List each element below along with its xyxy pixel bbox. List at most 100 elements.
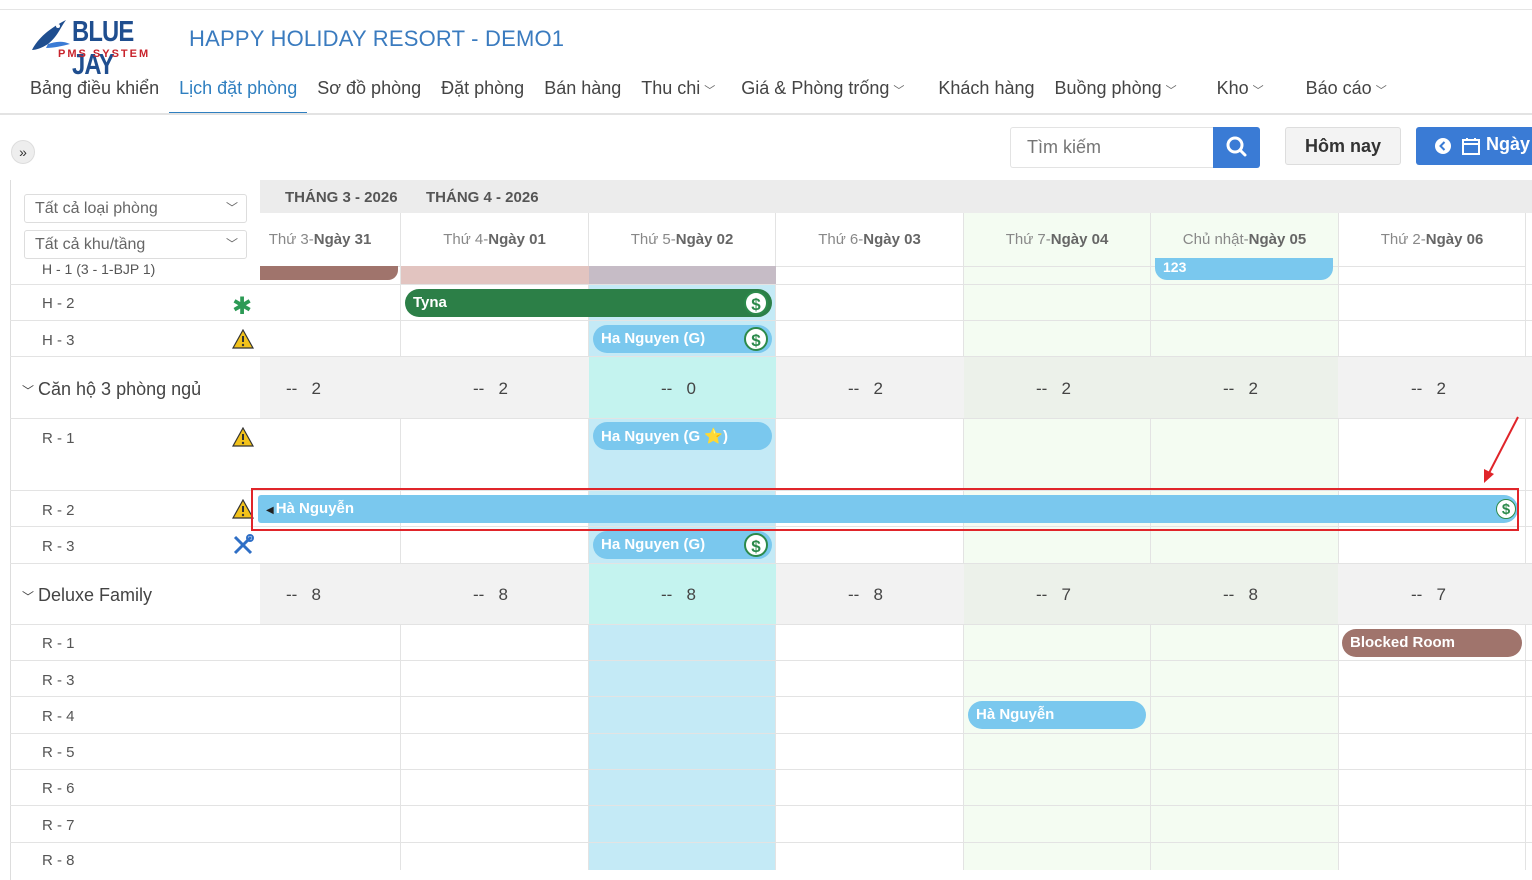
- weekday: Thứ 5: [630, 231, 671, 248]
- nav-dashboard[interactable]: Bảng điều khiển: [20, 72, 169, 114]
- warning-icon[interactable]: [232, 329, 254, 349]
- nav-inventory[interactable]: Kho ﹀: [1207, 72, 1274, 114]
- weekday: Thứ 6: [818, 231, 859, 248]
- blue-jay-logo[interactable]: BLUE JAY PMS SYSTEM: [28, 14, 168, 81]
- row-divider: [10, 624, 1532, 625]
- chevron-left-circle-icon: [1435, 138, 1451, 154]
- day-header[interactable]: Thứ 6-Ngày 03: [776, 213, 964, 267]
- room-label[interactable]: R - 5: [42, 744, 75, 761]
- booking-bar-h1-sunday[interactable]: 123: [1155, 258, 1333, 280]
- booking-bar-df-r4[interactable]: Hà Nguyễn: [968, 701, 1146, 729]
- chevron-down-icon: ﹀: [225, 201, 238, 215]
- nav-label: Lịch đặt phòng: [179, 78, 298, 98]
- room-label[interactable]: H - 2: [42, 295, 75, 312]
- month-bar: THÁNG 3 - 2026 THÁNG 4 - 2026: [260, 180, 1532, 213]
- guest-name: Hà Nguyễn: [976, 706, 1055, 723]
- nav-housekeeping[interactable]: Buồng phòng ﹀: [1045, 72, 1187, 114]
- nav-reservations[interactable]: Đặt phòng: [431, 72, 534, 114]
- calendar-icon: [1462, 138, 1480, 155]
- room-label[interactable]: R - 4: [42, 708, 75, 725]
- nav-reports[interactable]: Báo cáo ﹀: [1296, 72, 1397, 114]
- today-button[interactable]: Hôm nay: [1285, 127, 1401, 165]
- availability-count: -- 2: [848, 379, 883, 398]
- search-button[interactable]: [1213, 127, 1260, 168]
- booking-bar-h2[interactable]: Tyna $: [405, 289, 772, 317]
- booking-bar-h1[interactable]: [260, 266, 398, 280]
- booking-bar-h3[interactable]: Ha Nguyen (G) $: [593, 325, 772, 353]
- room-label[interactable]: R - 2: [42, 502, 75, 519]
- logo-subtext: PMS SYSTEM: [58, 48, 151, 60]
- day-header[interactable]: Thứ 2-Ngày 06: [1339, 213, 1526, 267]
- booking-bar-h1[interactable]: [589, 266, 776, 284]
- nav-label: Khách hàng: [938, 78, 1035, 98]
- month-label: THÁNG 4 - 2026: [426, 189, 539, 206]
- group-name: Căn hộ 3 phòng ngủ: [38, 379, 202, 399]
- chevron-down-icon: ﹀: [22, 590, 35, 604]
- group-header-3-bedroom[interactable]: ﹀ Căn hộ 3 phòng ngủ: [22, 379, 201, 400]
- availability-count: -- 2: [1036, 379, 1071, 398]
- availability-count: -- 0: [661, 379, 696, 398]
- room-label[interactable]: R - 6: [42, 780, 75, 797]
- room-label[interactable]: H - 1 (3 - 1-BJP 1): [42, 261, 155, 277]
- room-label[interactable]: R - 1: [42, 635, 75, 652]
- date: Ngày 01: [488, 231, 546, 248]
- room-label[interactable]: R - 8: [42, 852, 75, 869]
- guest-name: Ha Nguyen (G): [601, 536, 706, 553]
- payment-dollar-icon[interactable]: $: [744, 291, 768, 315]
- room-type-filter[interactable]: Tất cả loại phòng ﹀: [24, 194, 247, 223]
- payment-dollar-icon[interactable]: $: [744, 327, 768, 351]
- area-floor-filter[interactable]: Tất cả khu/tầng ﹀: [24, 230, 247, 259]
- top-divider: [0, 9, 1532, 10]
- nav-room-map[interactable]: Sơ đồ phòng: [307, 72, 431, 114]
- availability-count: -- 8: [473, 585, 508, 604]
- group-name: Deluxe Family: [38, 585, 153, 605]
- weekday: Chủ nhật: [1182, 231, 1244, 248]
- day-view-button[interactable]: Ngày: [1416, 127, 1532, 165]
- guest-name: 123: [1163, 259, 1187, 275]
- nav-label: Giá & Phòng trống: [741, 78, 890, 98]
- room-label[interactable]: H - 3: [42, 332, 75, 349]
- highlight-rectangle: [251, 488, 1519, 531]
- booking-bar-blocked[interactable]: Blocked Room: [1342, 629, 1522, 657]
- row-divider: [10, 284, 1532, 285]
- row-divider: [10, 356, 1532, 357]
- availability-count: -- 8: [661, 585, 696, 604]
- nav-customers[interactable]: Khách hàng: [928, 72, 1044, 114]
- day-header[interactable]: Thứ 4-Ngày 01: [401, 213, 589, 267]
- asterisk-icon[interactable]: ✱: [232, 292, 252, 321]
- nav-sales[interactable]: Bán hàng: [534, 72, 631, 114]
- nav-label: Kho: [1216, 78, 1249, 98]
- availability-count: -- 2: [286, 379, 321, 398]
- row-divider: [10, 563, 1532, 564]
- expand-panel-button[interactable]: »: [11, 140, 35, 164]
- nav-rates-availability[interactable]: Giá & Phòng trống ﹀: [731, 72, 914, 114]
- warning-icon[interactable]: [232, 427, 254, 447]
- date: Ngày 31: [313, 231, 372, 248]
- day-header[interactable]: Thứ 5-Ngày 02: [589, 213, 776, 267]
- day-header[interactable]: Thứ 7-Ngày 04: [964, 213, 1151, 267]
- group-header-deluxe-family[interactable]: ﹀ Deluxe Family: [22, 585, 152, 606]
- room-type-filter-value: Tất cả loại phòng: [35, 200, 158, 217]
- availability-count: -- 2: [1223, 379, 1258, 398]
- nav-income-expense[interactable]: Thu chi ﹀: [631, 72, 725, 114]
- date: Ngày 03: [863, 231, 921, 248]
- guest-name: Tyna: [413, 294, 447, 311]
- booking-bar-r1[interactable]: Ha Nguyen (G ⭐): [593, 422, 772, 450]
- row-divider: [10, 769, 1532, 770]
- tools-icon[interactable]: [232, 534, 254, 556]
- nav-booking-calendar[interactable]: Lịch đặt phòng: [169, 72, 308, 114]
- booking-bar-h1[interactable]: [401, 266, 589, 284]
- room-label[interactable]: R - 3: [42, 538, 75, 555]
- room-label[interactable]: R - 7: [42, 817, 75, 834]
- room-label[interactable]: R - 1: [42, 430, 75, 447]
- date: Ngày 05: [1248, 231, 1307, 248]
- weekend-cell: [964, 357, 1338, 418]
- chevron-down-icon: ﹀: [1165, 85, 1177, 97]
- search-input[interactable]: [1010, 127, 1214, 168]
- row-divider: [10, 418, 1532, 419]
- day-header[interactable]: Thứ 3-Ngày 31: [260, 213, 401, 267]
- room-label[interactable]: R - 3: [42, 672, 75, 689]
- payment-dollar-icon[interactable]: $: [744, 533, 768, 557]
- guest-name: Blocked Room: [1350, 634, 1456, 651]
- booking-bar-r3[interactable]: Ha Nguyen (G) $: [593, 531, 772, 559]
